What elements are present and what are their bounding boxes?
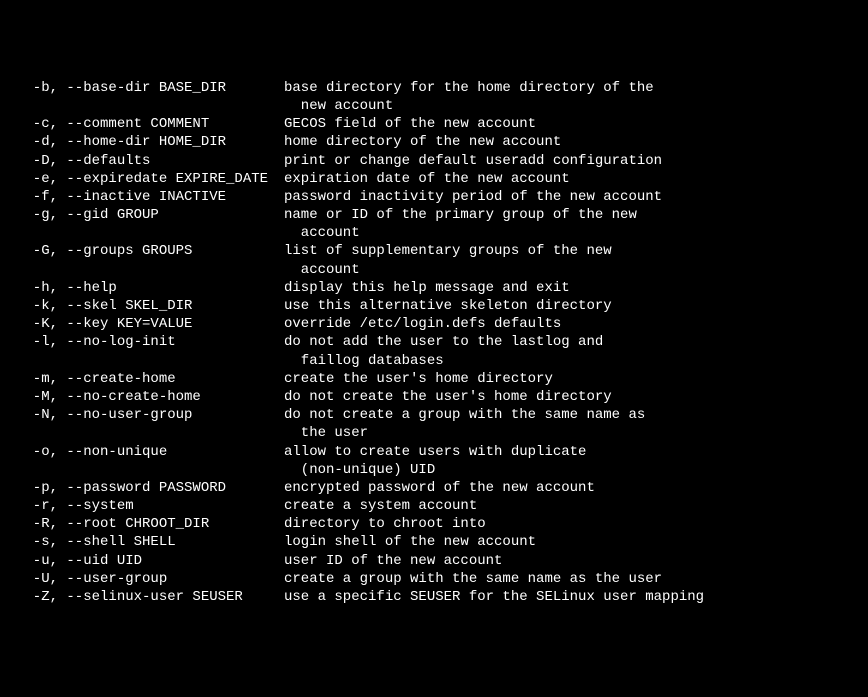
option-flag: -r, --system	[16, 497, 284, 515]
option-description: account	[284, 261, 852, 279]
help-line: -k, --skel SKEL_DIRuse this alternative …	[16, 297, 852, 315]
option-description: use a specific SEUSER for the SELinux us…	[284, 588, 852, 606]
help-line: -N, --no-user-groupdo not create a group…	[16, 406, 852, 424]
help-line: -Z, --selinux-user SEUSERuse a specific …	[16, 588, 852, 606]
option-description: override /etc/login.defs defaults	[284, 315, 852, 333]
option-description: faillog databases	[284, 352, 852, 370]
option-description: home directory of the new account	[284, 133, 852, 151]
option-flag: -Z, --selinux-user SEUSER	[16, 588, 284, 606]
help-line: account	[16, 261, 852, 279]
option-flag	[16, 261, 284, 279]
option-flag: -G, --groups GROUPS	[16, 242, 284, 260]
option-description: base directory for the home directory of…	[284, 79, 852, 97]
help-line: -m, --create-homecreate the user's home …	[16, 370, 852, 388]
option-flag	[16, 224, 284, 242]
help-line: -d, --home-dir HOME_DIRhome directory of…	[16, 133, 852, 151]
help-line: -f, --inactive INACTIVEpassword inactivi…	[16, 188, 852, 206]
option-description: do not add the user to the lastlog and	[284, 333, 852, 351]
help-line: the user	[16, 424, 852, 442]
help-line: -R, --root CHROOT_DIRdirectory to chroot…	[16, 515, 852, 533]
help-line: -g, --gid GROUPname or ID of the primary…	[16, 206, 852, 224]
terminal-output: -b, --base-dir BASE_DIRbase directory fo…	[16, 79, 852, 606]
option-description: create a system account	[284, 497, 852, 515]
option-description: do not create a group with the same name…	[284, 406, 852, 424]
help-line: -r, --systemcreate a system account	[16, 497, 852, 515]
option-description: account	[284, 224, 852, 242]
option-flag	[16, 352, 284, 370]
option-description: user ID of the new account	[284, 552, 852, 570]
option-description: name or ID of the primary group of the n…	[284, 206, 852, 224]
option-flag: -R, --root CHROOT_DIR	[16, 515, 284, 533]
help-line: new account	[16, 97, 852, 115]
help-line: -s, --shell SHELLlogin shell of the new …	[16, 533, 852, 551]
option-description: login shell of the new account	[284, 533, 852, 551]
help-line: -e, --expiredate EXPIRE_DATEexpiration d…	[16, 170, 852, 188]
option-description: new account	[284, 97, 852, 115]
help-line: -o, --non-uniqueallow to create users wi…	[16, 443, 852, 461]
option-flag: -g, --gid GROUP	[16, 206, 284, 224]
option-description: create a group with the same name as the…	[284, 570, 852, 588]
option-description: list of supplementary groups of the new	[284, 242, 852, 260]
help-line: -U, --user-groupcreate a group with the …	[16, 570, 852, 588]
option-flag	[16, 424, 284, 442]
option-flag: -K, --key KEY=VALUE	[16, 315, 284, 333]
option-description: GECOS field of the new account	[284, 115, 852, 133]
option-flag: -o, --non-unique	[16, 443, 284, 461]
help-line: -K, --key KEY=VALUEoverride /etc/login.d…	[16, 315, 852, 333]
option-flag	[16, 97, 284, 115]
option-flag: -e, --expiredate EXPIRE_DATE	[16, 170, 284, 188]
help-line: faillog databases	[16, 352, 852, 370]
option-flag: -k, --skel SKEL_DIR	[16, 297, 284, 315]
option-flag: -N, --no-user-group	[16, 406, 284, 424]
option-flag: -U, --user-group	[16, 570, 284, 588]
help-line: -D, --defaultsprint or change default us…	[16, 152, 852, 170]
option-flag: -b, --base-dir BASE_DIR	[16, 79, 284, 97]
option-flag: -u, --uid UID	[16, 552, 284, 570]
help-line: -u, --uid UIDuser ID of the new account	[16, 552, 852, 570]
option-description: directory to chroot into	[284, 515, 852, 533]
option-description: encrypted password of the new account	[284, 479, 852, 497]
option-description: do not create the user's home directory	[284, 388, 852, 406]
help-line: -b, --base-dir BASE_DIRbase directory fo…	[16, 79, 852, 97]
option-flag: -D, --defaults	[16, 152, 284, 170]
option-flag: -p, --password PASSWORD	[16, 479, 284, 497]
option-description: the user	[284, 424, 852, 442]
help-line: account	[16, 224, 852, 242]
help-line: -p, --password PASSWORDencrypted passwor…	[16, 479, 852, 497]
option-description: print or change default useradd configur…	[284, 152, 852, 170]
option-description: use this alternative skeleton directory	[284, 297, 852, 315]
help-line: -M, --no-create-homedo not create the us…	[16, 388, 852, 406]
help-line: (non-unique) UID	[16, 461, 852, 479]
help-line: -h, --helpdisplay this help message and …	[16, 279, 852, 297]
option-flag: -m, --create-home	[16, 370, 284, 388]
option-description: allow to create users with duplicate	[284, 443, 852, 461]
option-flag: -l, --no-log-init	[16, 333, 284, 351]
help-line: -l, --no-log-initdo not add the user to …	[16, 333, 852, 351]
option-description: display this help message and exit	[284, 279, 852, 297]
help-line: -c, --comment COMMENTGECOS field of the …	[16, 115, 852, 133]
option-description: create the user's home directory	[284, 370, 852, 388]
option-flag: -h, --help	[16, 279, 284, 297]
option-flag: -s, --shell SHELL	[16, 533, 284, 551]
option-flag: -M, --no-create-home	[16, 388, 284, 406]
option-flag: -f, --inactive INACTIVE	[16, 188, 284, 206]
help-line: -G, --groups GROUPSlist of supplementary…	[16, 242, 852, 260]
option-description: expiration date of the new account	[284, 170, 852, 188]
option-flag: -d, --home-dir HOME_DIR	[16, 133, 284, 151]
option-flag	[16, 461, 284, 479]
option-description: password inactivity period of the new ac…	[284, 188, 852, 206]
option-description: (non-unique) UID	[284, 461, 852, 479]
option-flag: -c, --comment COMMENT	[16, 115, 284, 133]
